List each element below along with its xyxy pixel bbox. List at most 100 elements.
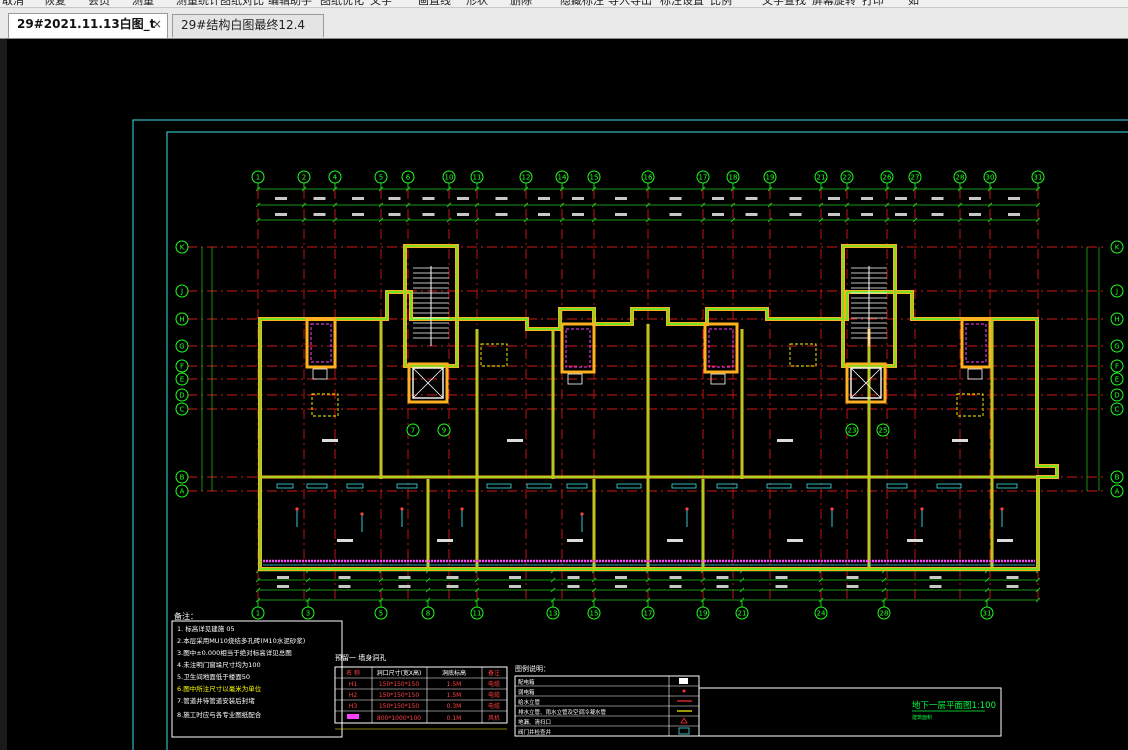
menu-item[interactable]: 形状 — [466, 0, 488, 7]
menu-item[interactable]: 图纸优化 — [320, 0, 364, 7]
menu-item[interactable]: 图纸对比 — [220, 0, 264, 7]
axis-bubble: 31 — [1031, 170, 1045, 184]
menu-item[interactable]: 编辑助手 — [268, 0, 312, 7]
tab-document-2[interactable]: 29#结构白图最终12.4 — [172, 14, 324, 37]
axis-bubble: 25 — [876, 423, 890, 437]
dimension-text — [277, 576, 289, 579]
menu-item[interactable]: 打印 — [862, 0, 884, 7]
dimension-text — [931, 197, 944, 200]
axis-label: J — [1115, 288, 1118, 296]
axis-bubble: 15 — [587, 606, 601, 620]
axis-bubble: 9 — [437, 423, 451, 437]
axis-bubble: A — [1110, 484, 1124, 498]
menu-item[interactable]: 画直线 — [418, 0, 451, 7]
axis-bubble: 19 — [696, 606, 710, 620]
menu-item[interactable]: 隐藏标注 — [560, 0, 604, 7]
menu-item[interactable]: 屏幕旋转 — [812, 0, 856, 7]
leader-dot — [400, 507, 404, 511]
dimension-text — [275, 197, 287, 200]
axis-bubble: C — [1110, 402, 1124, 416]
menu-item[interactable]: 文字查找 — [762, 0, 806, 7]
plumbing-fixture — [310, 323, 332, 363]
axis-label: F — [180, 363, 184, 371]
dimension-text — [969, 197, 981, 200]
axis-bubble: 28 — [877, 606, 891, 620]
dimension-text — [275, 213, 287, 216]
dimension-text — [775, 576, 788, 579]
axis-label: 23 — [848, 427, 857, 435]
axis-bubble: 26 — [880, 170, 894, 184]
axis-label: H — [179, 316, 184, 324]
room-label — [667, 539, 683, 542]
axis-label: 4 — [333, 174, 338, 182]
dimension-text — [1006, 585, 1019, 588]
axis-label: 25 — [879, 427, 888, 435]
building-walls — [258, 244, 1059, 571]
dimension-text — [338, 576, 351, 579]
axis-label: 22 — [843, 174, 852, 182]
close-icon[interactable]: × — [152, 14, 162, 35]
axis-label: G — [1114, 343, 1119, 351]
menu-item[interactable]: 测量统计 — [176, 0, 220, 7]
axis-bubble: H — [1110, 312, 1124, 326]
axis-label: C — [1115, 406, 1120, 414]
axis-label: 10 — [445, 174, 454, 182]
hole-table-cell: H3 — [349, 703, 358, 710]
equipment-outline — [311, 393, 339, 417]
axis-bubble: 21 — [814, 170, 828, 184]
menu-item[interactable]: 删除 — [510, 0, 532, 7]
axis-label: C — [180, 406, 185, 414]
menu-item[interactable]: 恢复 — [44, 0, 66, 7]
room-label — [907, 539, 923, 542]
dimension-text — [846, 585, 859, 588]
dimension-text — [277, 585, 289, 588]
room-label — [567, 539, 583, 542]
window — [996, 483, 1018, 489]
dimension-text — [446, 576, 459, 579]
notes-header: 备注： — [174, 611, 198, 621]
note-line: 1. 标高详见建施 05 — [177, 624, 235, 633]
menu-item[interactable]: 测量 — [132, 0, 154, 7]
menu-item[interactable]: 取消 — [2, 0, 24, 7]
dimension-text — [615, 213, 627, 216]
leader-dot — [1000, 507, 1004, 511]
hole-table-header: 洞口尺寸(宽X高) — [377, 669, 422, 677]
axis-bubble: A — [175, 484, 189, 498]
axis-label: A — [180, 488, 185, 496]
menu-item[interactable]: 比例 — [710, 0, 732, 7]
menu-item[interactable]: 会员 — [88, 0, 110, 7]
plumbing-fixture — [965, 323, 987, 363]
dimension-text — [929, 585, 942, 588]
menu-item[interactable]: 如 — [908, 0, 919, 7]
equipment-outline — [480, 343, 508, 367]
axis-bubble: F — [1110, 359, 1124, 373]
axis-bubble: E — [1110, 372, 1124, 386]
room-label — [507, 439, 523, 442]
dimension-text — [895, 213, 907, 216]
menu-item[interactable]: 导入导出 — [608, 0, 652, 7]
axis-label: B — [1115, 474, 1120, 482]
hole-table-header: 洞底标高 — [442, 669, 466, 677]
hole-table-cell: 风机 — [488, 714, 500, 722]
cad-drawing-canvas[interactable]: 1 2 4 5 6 10 11 12 14 15 16 17 18 19 21 22 26 27 28 30 311 3 5… — [7, 39, 1128, 750]
axis-bubble: 1 — [251, 606, 265, 620]
axis-bubble: 30 — [983, 170, 997, 184]
tab-document-1[interactable]: 29#2021.11.13白图_t × — [8, 13, 168, 38]
hole-table-cell: 150*150*150 — [379, 692, 420, 699]
plan-title: 地下一层平面图1:100 — [912, 700, 996, 711]
dimension-text — [509, 585, 521, 588]
axis-bubble: 18 — [726, 170, 740, 184]
axis-bubble: F — [175, 359, 189, 373]
menu-item[interactable]: 标注设置 — [660, 0, 704, 7]
dimension-text — [388, 213, 401, 216]
menu-item[interactable]: 文字 — [370, 0, 392, 7]
window — [306, 483, 328, 489]
dimension-text — [931, 213, 944, 216]
plan-title-block: 地下一层平面图1:100 建筑面积 — [698, 687, 1002, 737]
axis-label: 16 — [644, 174, 653, 182]
axis-bubble: 13 — [546, 606, 560, 620]
axis-label: 17 — [699, 174, 708, 182]
note-line: 4.未注明门窗垛尺寸均为100 — [177, 660, 261, 669]
notes-block: 备注： 1. 标高详见建施 05 2.本层采用MU10烧结多孔砖(M10水泥砂浆… — [171, 611, 343, 738]
tab-label: 29#结构白图最终12.4 — [181, 18, 306, 32]
